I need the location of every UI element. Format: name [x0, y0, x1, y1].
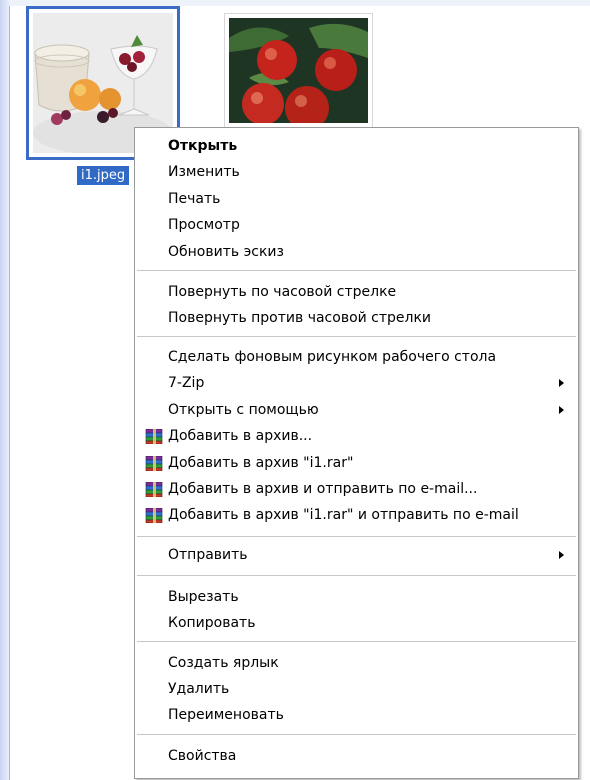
menu-item-label: 7-Zip [168, 375, 205, 391]
apples-image [229, 18, 368, 123]
menu-separator [137, 270, 576, 271]
menu-item-add-to-archive-and-email[interactable]: Добавить в архив и отправить по e-mail..… [135, 477, 578, 501]
menu-item-label: Просмотр [168, 217, 240, 233]
menu-item-7zip[interactable]: 7-Zip [135, 371, 578, 395]
menu-item-send-to[interactable]: Отправить [135, 543, 578, 567]
menu-item-label: Добавить в архив "i1.rar" [168, 455, 354, 471]
menu-separator [137, 336, 576, 337]
menu-item-rename[interactable]: Переименовать [135, 703, 578, 727]
menu-item-open[interactable]: Открыть [135, 134, 578, 158]
menu-item-rotate-clockwise[interactable]: Повернуть по часовой стрелке [135, 280, 578, 304]
menu-item-label: Открыть с помощью [168, 402, 319, 418]
menu-item-set-desktop-background[interactable]: Сделать фоновым рисунком рабочего стола [135, 345, 578, 369]
menu-item-label: Повернуть по часовой стрелке [168, 284, 397, 300]
menu-item-label: Добавить в архив и отправить по e-mail..… [168, 481, 478, 497]
context-menu: Открыть Изменить Печать Просмотр Обновит… [134, 127, 579, 779]
menu-item-label: Добавить в архив "i1.rar" и отправить по… [168, 507, 519, 523]
menu-item-label: Открыть [168, 138, 238, 154]
menu-item-add-to-archive[interactable]: Добавить в архив... [135, 424, 578, 448]
thumbnail-apples[interactable] [224, 13, 373, 128]
menu-item-label: Вырезать [168, 589, 239, 605]
menu-item-print[interactable]: Печать [135, 187, 578, 211]
winrar-books-icon [145, 456, 163, 471]
menu-item-label: Создать ярлык [168, 655, 279, 671]
menu-item-open-with[interactable]: Открыть с помощью [135, 398, 578, 422]
menu-item-preview[interactable]: Просмотр [135, 213, 578, 237]
menu-item-create-shortcut[interactable]: Создать ярлык [135, 651, 578, 675]
menu-item-rotate-counterclockwise[interactable]: Повернуть против часовой стрелки [135, 306, 578, 330]
menu-item-label: Копировать [168, 615, 256, 631]
menu-item-delete[interactable]: Удалить [135, 677, 578, 701]
menu-item-properties[interactable]: Свойства [135, 744, 578, 768]
menu-item-add-to-i1-rar-and-email[interactable]: Добавить в архив "i1.rar" и отправить по… [135, 503, 578, 527]
menu-item-copy[interactable]: Копировать [135, 611, 578, 635]
menu-item-add-to-i1-rar[interactable]: Добавить в архив "i1.rar" [135, 451, 578, 475]
winrar-books-icon [145, 482, 163, 497]
menu-item-label: Сделать фоновым рисунком рабочего стола [168, 349, 497, 365]
menu-item-label: Переименовать [168, 707, 284, 723]
menu-item-label: Обновить эскиз [168, 244, 284, 260]
menu-item-refresh-thumbnail[interactable]: Обновить эскиз [135, 240, 578, 264]
menu-separator [137, 575, 576, 576]
menu-item-label: Повернуть против часовой стрелки [168, 310, 432, 326]
menu-separator [137, 536, 576, 537]
menu-item-label: Свойства [168, 748, 237, 764]
menu-separator [137, 734, 576, 735]
chevron-right-icon [559, 379, 564, 387]
menu-item-label: Печать [168, 191, 221, 207]
menu-item-label: Отправить [168, 547, 248, 563]
menu-separator [137, 641, 576, 642]
chevron-right-icon [559, 406, 564, 414]
menu-item-label: Удалить [168, 681, 230, 697]
menu-item-edit[interactable]: Изменить [135, 160, 578, 184]
file-name-label[interactable]: i1.jpeg [77, 166, 130, 185]
menu-item-label: Добавить в архив... [168, 428, 313, 444]
winrar-books-icon [145, 429, 163, 444]
winrar-books-icon [145, 508, 163, 523]
window-left-edge [0, 0, 10, 780]
chevron-right-icon [559, 551, 564, 559]
menu-item-label: Изменить [168, 164, 240, 180]
menu-item-cut[interactable]: Вырезать [135, 585, 578, 609]
